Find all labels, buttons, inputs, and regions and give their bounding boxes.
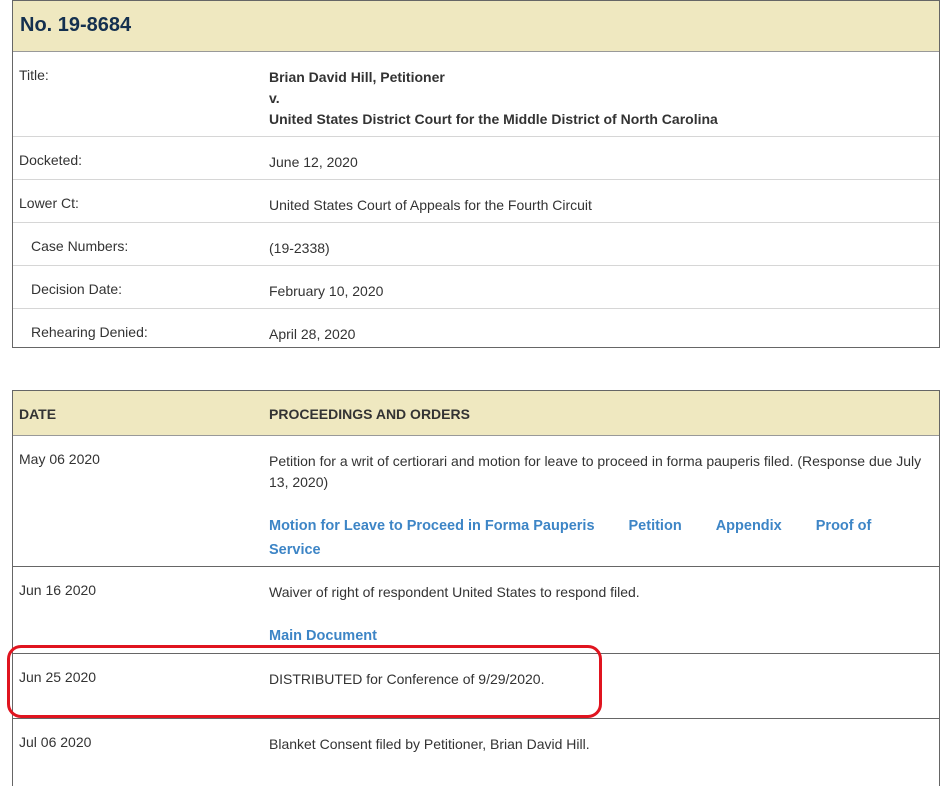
case-title: Brian David Hill, Petitioner v. United S…	[269, 67, 925, 130]
rehearing-denied-date: April 28, 2020	[269, 326, 356, 342]
proceedings-header: DATE PROCEEDINGS AND ORDERS	[13, 391, 939, 436]
entry-content: Petition for a writ of certiorari and mo…	[269, 451, 925, 562]
petition-link[interactable]: Petition	[629, 518, 682, 534]
respondent-name: United States District Court for the Mid…	[269, 111, 718, 127]
case-row-docketed: Docketed: June 12, 2020	[13, 136, 939, 179]
case-row-label: Decision Date:	[31, 281, 123, 297]
proceedings-table: DATE PROCEEDINGS AND ORDERS May 06 2020 …	[12, 390, 940, 786]
motion-ifp-link[interactable]: Motion for Leave to Proceed in Forma Pau…	[269, 518, 595, 534]
entry-text: Waiver of right of respondent United Sta…	[269, 584, 640, 600]
entry-text: Blanket Consent filed by Petitioner, Bri…	[269, 736, 590, 752]
entry-date: Jun 25 2020	[19, 669, 97, 685]
case-numbers: (19-2338)	[269, 240, 330, 256]
case-row-label: Lower Ct:	[19, 195, 79, 211]
proceeding-entry: Jul 06 2020 Blanket Consent filed by Pet…	[13, 718, 939, 789]
case-row-label: Docketed:	[19, 152, 83, 168]
proceeding-entry: Jun 16 2020 Waiver of right of responden…	[13, 566, 939, 653]
entry-text: Petition for a writ of certiorari and mo…	[269, 453, 922, 490]
entry-content: Waiver of right of respondent United Sta…	[269, 582, 925, 648]
document-links: Motion for Leave to Proceed in Forma Pau…	[269, 514, 925, 562]
date-column-header: DATE	[19, 406, 57, 422]
entry-date: May 06 2020	[19, 451, 100, 467]
proceeding-entry: May 06 2020 Petition for a writ of certi…	[13, 436, 939, 566]
petitioner-name: Brian David Hill, Petitioner	[269, 69, 445, 85]
case-row-rehearing-denied: Rehearing Denied: April 28, 2020	[13, 308, 939, 351]
versus-text: v.	[269, 90, 280, 106]
entry-date: Jul 06 2020	[19, 734, 92, 750]
entry-content: Blanket Consent filed by Petitioner, Bri…	[269, 734, 925, 755]
case-row-label: Title:	[19, 67, 49, 83]
main-document-link[interactable]: Main Document	[269, 628, 377, 644]
lower-court: United States Court of Appeals for the F…	[269, 197, 592, 213]
docketed-date: June 12, 2020	[269, 154, 358, 170]
proceeding-entry: Jun 25 2020 DISTRIBUTED for Conference o…	[13, 653, 939, 718]
case-number: No. 19-8684	[20, 14, 132, 36]
case-row-decision-date: Decision Date: February 10, 2020	[13, 265, 939, 308]
entry-text: DISTRIBUTED for Conference of 9/29/2020.	[269, 671, 545, 687]
case-row-title: Title: Brian David Hill, Petitioner v. U…	[13, 52, 939, 136]
case-row-lower-court: Lower Ct: United States Court of Appeals…	[13, 179, 939, 222]
appendix-link[interactable]: Appendix	[716, 518, 782, 534]
decision-date: February 10, 2020	[269, 283, 384, 299]
document-links: Main Document	[269, 624, 925, 648]
case-header: No. 19-8684	[13, 1, 939, 52]
entry-date: Jun 16 2020	[19, 582, 97, 598]
proceedings-column-header: PROCEEDINGS AND ORDERS	[269, 406, 470, 422]
case-row-label: Rehearing Denied:	[31, 324, 148, 340]
case-row-case-numbers: Case Numbers: (19-2338)	[13, 222, 939, 265]
entry-content: DISTRIBUTED for Conference of 9/29/2020.	[269, 669, 925, 690]
case-row-label: Case Numbers:	[31, 238, 129, 254]
case-info-table: No. 19-8684 Title: Brian David Hill, Pet…	[12, 0, 940, 348]
